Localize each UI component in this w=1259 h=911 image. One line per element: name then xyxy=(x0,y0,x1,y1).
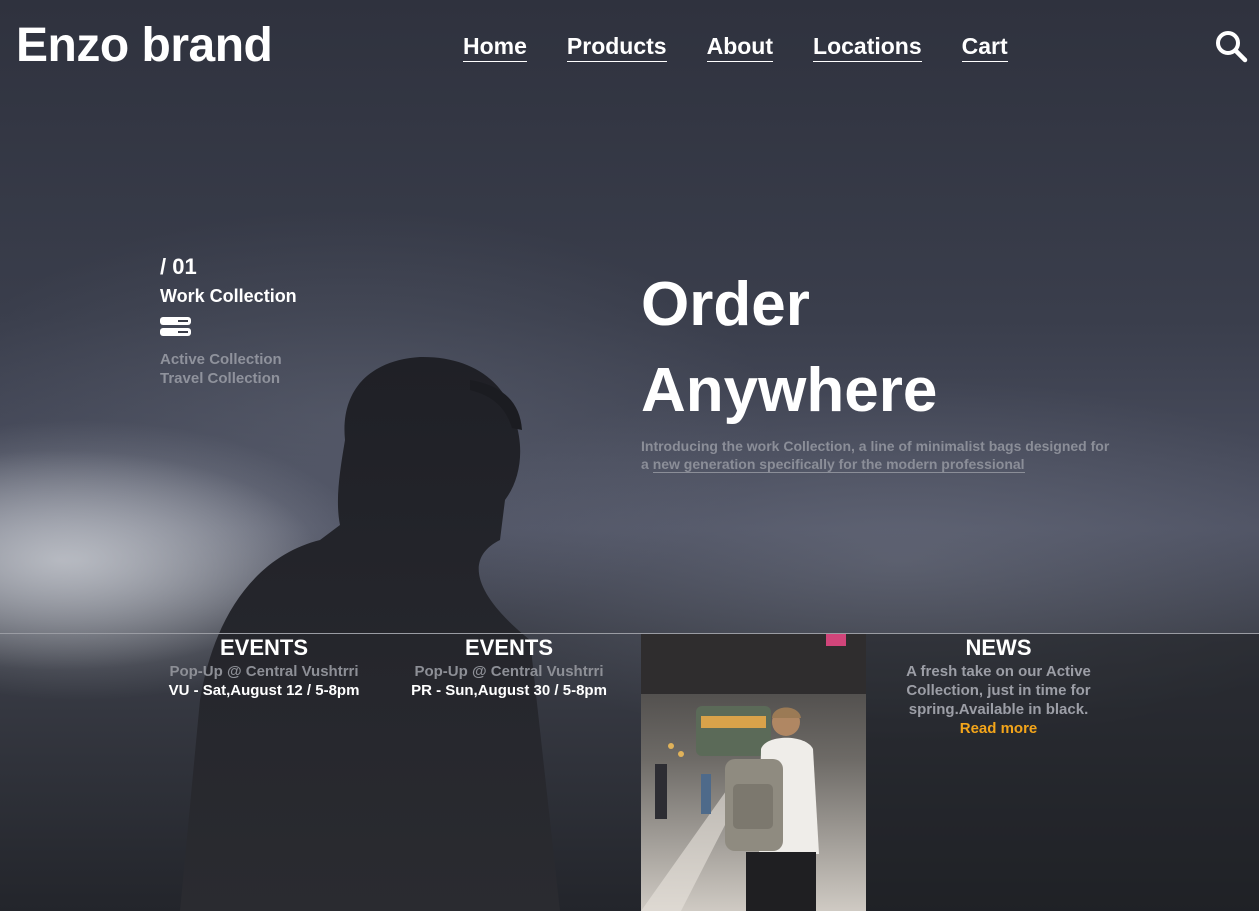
news-card: NEWS A fresh take on our Active Collecti… xyxy=(866,634,1131,738)
collection-number: / 01 xyxy=(160,254,197,279)
nav-locations[interactable]: Locations xyxy=(813,32,922,62)
event-card-1: EVENTS Pop-Up @ Central Vushtrri VU - Sa… xyxy=(148,634,380,700)
event-heading: EVENTS xyxy=(219,635,309,660)
nav-about[interactable]: About xyxy=(706,32,774,62)
event-heading: EVENTS xyxy=(464,635,554,660)
event-subtitle: Pop-Up @ Central Vushtrri xyxy=(169,663,359,680)
search-icon xyxy=(1216,31,1248,63)
nav-products[interactable]: Products xyxy=(566,32,667,62)
collection-menu: / 01 Work Collection Active Collection T… xyxy=(160,255,297,388)
collection-active-title[interactable]: Work Collection xyxy=(160,285,297,307)
event-date: VU - Sat,August 12 / 5-8pm xyxy=(168,682,360,699)
event-date: PR - Sun,August 30 / 5-8pm xyxy=(411,682,607,699)
navbar: Enzo brand Home Products About Locations… xyxy=(0,0,1259,95)
headline-line-2: Anywhere xyxy=(641,356,938,425)
event-card-2: EVENTS Pop-Up @ Central Vushtrri PR - Su… xyxy=(393,634,625,700)
news-heading: NEWS xyxy=(965,635,1032,660)
hero-intro: Introducing the work Collection, a line … xyxy=(641,437,1111,473)
backpack-man-photo xyxy=(641,634,866,911)
nav-links: Home Products About Locations Cart xyxy=(463,32,1048,62)
nav-home[interactable]: Home xyxy=(463,32,527,62)
intro-link[interactable]: new generation specifically for the mode… xyxy=(652,456,1025,473)
nav-cart[interactable]: Cart xyxy=(961,32,1008,62)
hero-headline: Order Anywhere xyxy=(641,262,937,434)
headline-line-1: Order xyxy=(641,270,810,339)
news-text-line-1: A fresh take on our Active xyxy=(906,663,1091,680)
news-text-line-3: spring.Available in black. xyxy=(908,701,1089,718)
collection-link-travel[interactable]: Travel Collection xyxy=(160,369,297,388)
toggle-icon[interactable] xyxy=(160,315,192,339)
read-more-link[interactable]: Read more xyxy=(866,719,1131,738)
collection-link-active[interactable]: Active Collection xyxy=(160,350,297,369)
search-button[interactable] xyxy=(1213,28,1249,64)
brand-logo[interactable]: Enzo brand xyxy=(16,18,273,73)
product-photo[interactable] xyxy=(641,634,866,911)
news-text-line-2: Collection, just in time for xyxy=(906,682,1091,699)
event-subtitle: Pop-Up @ Central Vushtrri xyxy=(414,663,604,680)
